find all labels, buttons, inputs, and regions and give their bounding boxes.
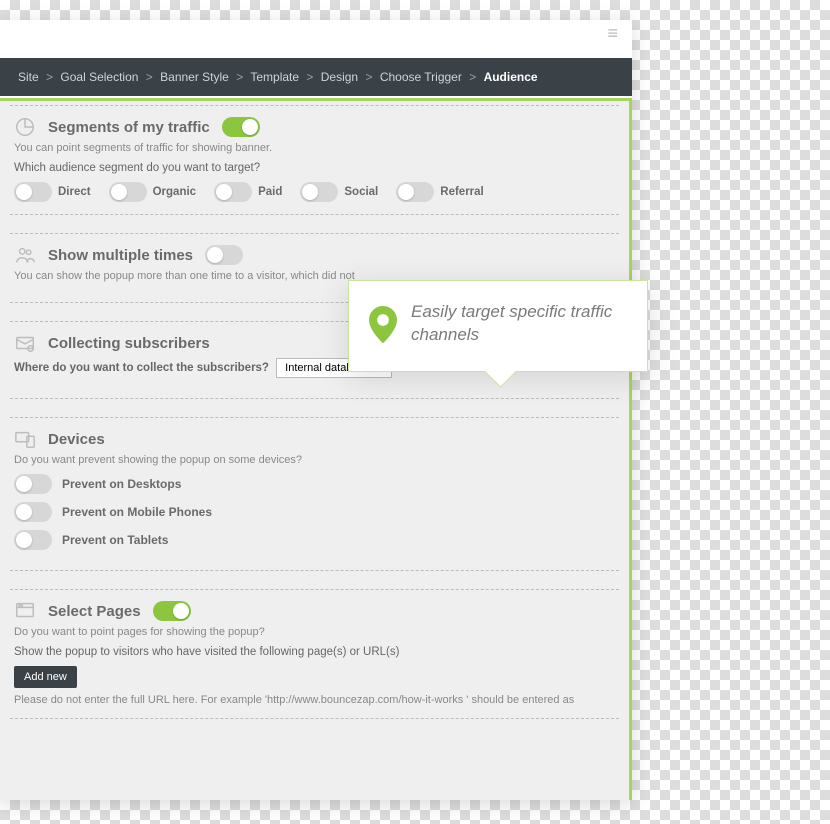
envelope-user-icon <box>14 332 36 354</box>
label-referral: Referral <box>440 186 483 198</box>
pages-note: Please do not enter the full URL here. F… <box>14 694 615 706</box>
menu-icon[interactable]: ≡ <box>598 30 618 46</box>
segments-title: Segments of my traffic <box>48 119 210 136</box>
bc-design[interactable]: Design <box>321 70 358 84</box>
multiple-title: Show multiple times <box>48 247 193 264</box>
toggle-referral[interactable] <box>396 182 434 202</box>
bc-site[interactable]: Site <box>18 70 39 84</box>
bc-sep: > <box>365 70 372 84</box>
device-mobile: Prevent on Mobile Phones <box>14 502 615 522</box>
section-segments: Segments of my traffic You can point seg… <box>10 105 619 215</box>
breadcrumb: Site > Goal Selection > Banner Style > T… <box>0 58 632 96</box>
segment-referral: Referral <box>396 182 483 202</box>
bc-sep: > <box>46 70 53 84</box>
bc-template[interactable]: Template <box>250 70 299 84</box>
segments-subtitle: You can point segments of traffic for sh… <box>14 142 615 154</box>
toggle-direct[interactable] <box>14 182 52 202</box>
bc-banner-style[interactable]: Banner Style <box>160 70 229 84</box>
devices-question: Do you want prevent showing the popup on… <box>14 454 615 466</box>
app-panel: ≡ Site > Goal Selection > Banner Style >… <box>0 20 632 800</box>
pages-toggle[interactable] <box>153 601 191 621</box>
label-desktop: Prevent on Desktops <box>62 477 181 491</box>
multiple-toggle[interactable] <box>205 245 243 265</box>
toggle-organic[interactable] <box>109 182 147 202</box>
devices-title: Devices <box>48 431 105 448</box>
add-new-button[interactable]: Add new <box>14 666 77 688</box>
label-organic: Organic <box>153 186 196 198</box>
toggle-tablet[interactable] <box>14 530 52 550</box>
section-devices: Devices Do you want prevent showing the … <box>10 417 619 571</box>
pages-line: Show the popup to visitors who have visi… <box>14 646 615 658</box>
label-social: Social <box>344 186 378 198</box>
bc-sep: > <box>236 70 243 84</box>
label-mobile: Prevent on Mobile Phones <box>62 505 212 519</box>
section-pages: Select Pages Do you want to point pages … <box>10 589 619 719</box>
toggle-social[interactable] <box>300 182 338 202</box>
pages-icon <box>14 600 36 622</box>
pie-chart-icon <box>14 116 36 138</box>
bc-sep: > <box>469 70 476 84</box>
segment-paid: Paid <box>214 182 282 202</box>
subscribers-question-text: Where do you want to collect the subscri… <box>14 362 269 374</box>
devices-icon <box>14 428 36 450</box>
pages-title: Select Pages <box>48 603 141 620</box>
map-pin-icon <box>369 306 397 342</box>
users-icon <box>14 244 36 266</box>
toggle-desktop[interactable] <box>14 474 52 494</box>
callout-tooltip: Easily target specific traffic channels <box>348 280 648 372</box>
segment-social: Social <box>300 182 378 202</box>
bc-sep: > <box>306 70 313 84</box>
content-area: Segments of my traffic You can point seg… <box>0 98 632 800</box>
segments-question: Which audience segment do you want to ta… <box>14 162 615 174</box>
bc-audience: Audience <box>484 70 538 84</box>
bc-goal[interactable]: Goal Selection <box>60 70 138 84</box>
toggle-mobile[interactable] <box>14 502 52 522</box>
segments-options: Direct Organic Paid Social Referral <box>14 182 615 202</box>
toggle-paid[interactable] <box>214 182 252 202</box>
bc-sep: > <box>146 70 153 84</box>
label-direct: Direct <box>58 186 91 198</box>
segment-organic: Organic <box>109 182 196 202</box>
label-tablet: Prevent on Tablets <box>62 533 168 547</box>
segment-direct: Direct <box>14 182 91 202</box>
pages-question: Do you want to point pages for showing t… <box>14 626 615 638</box>
bc-trigger[interactable]: Choose Trigger <box>380 70 462 84</box>
subscribers-title: Collecting subscribers <box>48 335 210 352</box>
segments-toggle[interactable] <box>222 117 260 137</box>
label-paid: Paid <box>258 186 282 198</box>
device-desktop: Prevent on Desktops <box>14 474 615 494</box>
callout-text: Easily target specific traffic channels <box>411 301 623 347</box>
device-tablet: Prevent on Tablets <box>14 530 615 550</box>
